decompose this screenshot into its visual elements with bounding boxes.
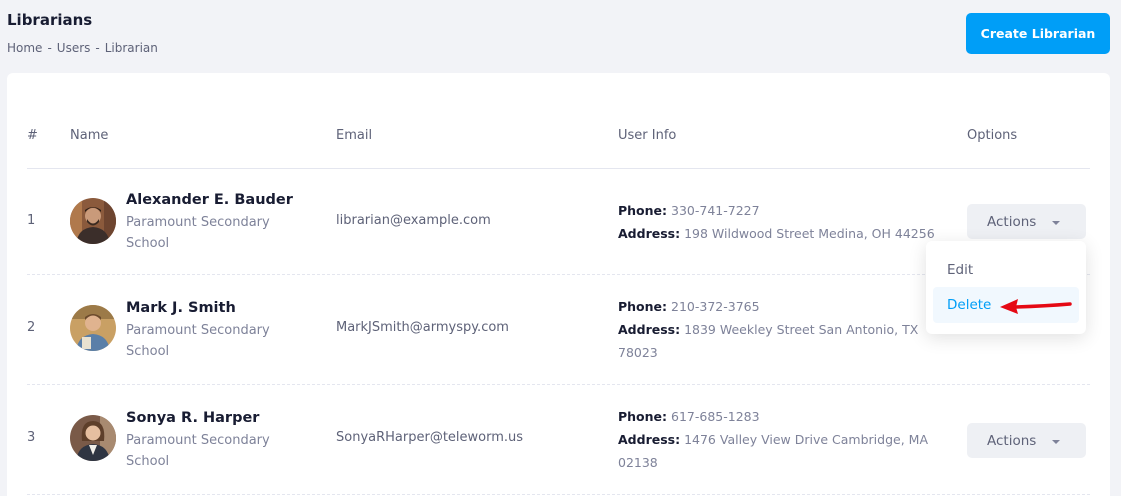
librarian-email: librarian@example.com	[336, 213, 491, 228]
row-number: 1	[27, 213, 36, 228]
avatar	[70, 415, 116, 461]
create-librarian-button[interactable]: Create Librarian	[966, 13, 1110, 54]
phone-label: Phone:	[618, 299, 668, 314]
librarian-name[interactable]: Sonya R. Harper	[126, 410, 259, 426]
avatar	[70, 198, 116, 244]
annotation-arrow-icon	[1000, 299, 1072, 314]
actions-dropdown-button[interactable]: Actions	[967, 204, 1086, 239]
address-value: 198 Wildwood Street Medina, OH 44256	[684, 226, 935, 241]
breadcrumb-librarian: Librarian	[104, 41, 158, 55]
phone-value: 330-741-7227	[671, 203, 760, 218]
actions-label: Actions	[987, 213, 1037, 230]
librarian-school: Paramount Secondary School	[126, 215, 270, 251]
caret-down-icon	[1052, 220, 1061, 225]
address-label: Address:	[618, 432, 681, 447]
table-header: # Name Email User Info Options	[27, 127, 1090, 169]
column-header-options: Options	[967, 128, 1018, 143]
edit-menu-item[interactable]: Edit	[933, 252, 1079, 288]
phone-value: 210-372-3765	[671, 299, 760, 314]
breadcrumb-home[interactable]: Home	[7, 41, 42, 55]
actions-dropdown-button[interactable]: Actions	[967, 423, 1086, 458]
row-number: 2	[27, 320, 36, 335]
address-label: Address:	[618, 226, 681, 241]
user-info: Phone: 330-741-7227 Address: 198 Wildwoo…	[618, 199, 948, 245]
column-header-email: Email	[336, 128, 373, 143]
column-header-number: #	[27, 128, 38, 143]
breadcrumb-users[interactable]: Users	[57, 41, 91, 55]
column-header-name: Name	[70, 128, 109, 143]
actions-label: Actions	[987, 432, 1037, 449]
phone-label: Phone:	[618, 409, 668, 424]
librarian-school: Paramount Secondary School	[126, 323, 270, 359]
avatar	[70, 305, 116, 351]
phone-value: 617-685-1283	[671, 409, 760, 424]
row-number: 3	[27, 430, 36, 445]
breadcrumb-separator: -	[95, 41, 100, 55]
breadcrumb-separator: -	[47, 41, 52, 55]
page-title: Librarians	[7, 11, 93, 29]
address-label: Address:	[618, 322, 681, 337]
librarian-name[interactable]: Mark J. Smith	[126, 300, 236, 316]
breadcrumb: Home - Users - Librarian	[7, 41, 158, 55]
librarian-name[interactable]: Alexander E. Bauder	[126, 192, 293, 208]
librarian-email: MarkJSmith@armyspy.com	[336, 320, 509, 335]
column-header-user-info: User Info	[618, 128, 677, 143]
phone-label: Phone:	[618, 203, 668, 218]
table-row: 3 Sonya R. Harper Paramount Secondary Sc…	[27, 385, 1090, 495]
actions-dropdown-menu: Edit Delete	[926, 241, 1086, 334]
librarian-email: SonyaRHarper@teleworm.us	[336, 430, 524, 445]
caret-down-icon	[1052, 439, 1061, 444]
user-info: Phone: 210-372-3765 Address: 1839 Weekle…	[618, 295, 948, 364]
user-info: Phone: 617-685-1283 Address: 1476 Valley…	[618, 405, 948, 474]
librarian-school: Paramount Secondary School	[126, 433, 270, 469]
